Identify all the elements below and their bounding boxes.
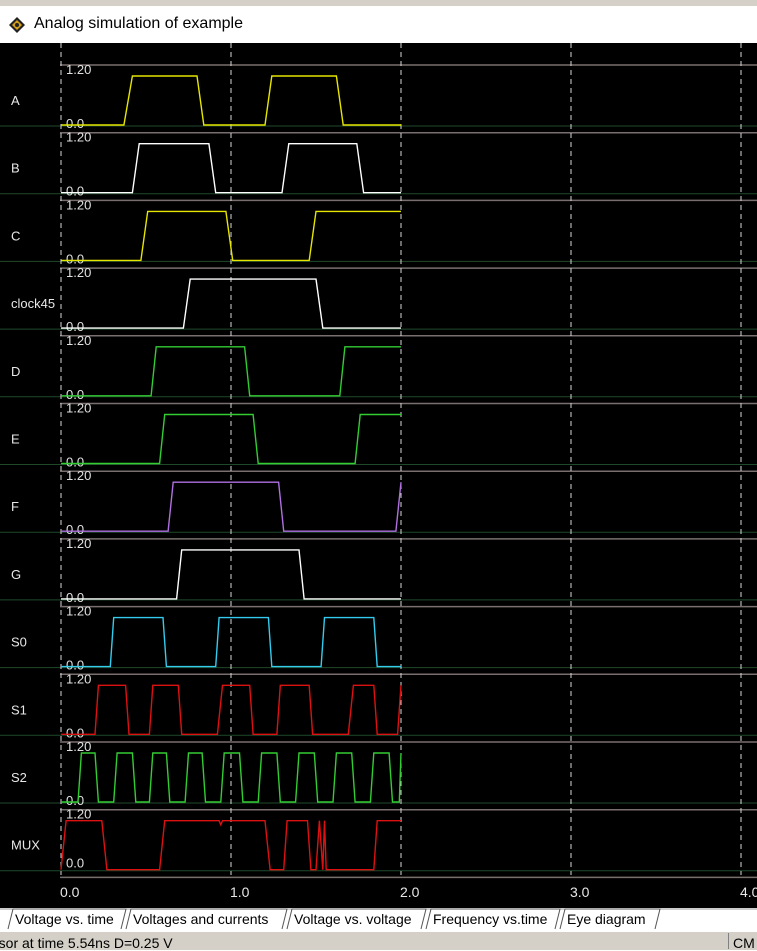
signal-name: B xyxy=(11,161,20,176)
x-tick-label: 4.0 xyxy=(740,884,757,900)
tab-voltage-vs-time[interactable]: Voltage vs. time xyxy=(7,908,127,930)
tab-frequency-vs-time[interactable]: Frequency vs.time xyxy=(425,908,561,930)
title-bar: Analog simulation of example xyxy=(0,6,757,43)
signal-name: clock45 xyxy=(11,296,55,311)
x-tick-label: 1.0 xyxy=(230,884,250,900)
tab-voltages-and-currents[interactable]: Voltages and currents xyxy=(125,908,288,930)
status-bar: rsor at time 5.54ns D=0.25 V CM xyxy=(0,932,757,951)
window-title: Analog simulation of example xyxy=(34,15,244,32)
y-max-label: 1.20 xyxy=(66,197,91,212)
y-min-label: 0.0 xyxy=(66,856,84,871)
signal-name: F xyxy=(11,499,19,514)
signal-name: D xyxy=(11,364,20,379)
status-panel: CM xyxy=(728,933,757,951)
view-tabs: Voltage vs. time Voltages and currents Vol… xyxy=(0,908,757,932)
signal-name: G xyxy=(11,567,21,582)
y-max-label: 1.20 xyxy=(66,130,91,145)
tab-label: Eye diagram xyxy=(567,911,646,927)
tab-label: Voltage vs. time xyxy=(15,911,114,927)
signal-name: S0 xyxy=(11,635,27,650)
signal-name: MUX xyxy=(11,838,40,853)
y-max-label: 1.20 xyxy=(66,604,91,619)
y-max-label: 1.20 xyxy=(66,62,91,77)
signal-name: A xyxy=(11,93,20,108)
x-tick-label: 3.0 xyxy=(570,884,590,900)
tab-label: Frequency vs.time xyxy=(433,911,548,927)
signal-name: S2 xyxy=(11,770,27,785)
y-max-label: 1.20 xyxy=(66,536,91,551)
y-max-label: 1.20 xyxy=(66,401,91,416)
y-max-label: 1.20 xyxy=(66,739,91,754)
y-max-label: 1.20 xyxy=(66,468,91,483)
tab-eye-diagram[interactable]: Eye diagram xyxy=(559,908,661,930)
y-max-label: 1.20 xyxy=(66,671,91,686)
waveform-plot[interactable]: 1.20 0.0 A 1.20 0.0 B 1.20 0.0 C 1.20 0.0 clock45 1.… xyxy=(0,43,757,908)
tab-voltage-vs-voltage[interactable]: Voltage vs. voltage xyxy=(286,908,427,930)
signal-name: S1 xyxy=(11,702,27,717)
status-right-text: CM xyxy=(733,935,755,951)
signal-name: C xyxy=(11,228,20,243)
y-max-label: 1.20 xyxy=(66,807,91,822)
tab-label: Voltages and currents xyxy=(133,911,268,927)
x-tick-label: 2.0 xyxy=(400,884,420,900)
y-max-label: 1.20 xyxy=(66,265,91,280)
tab-label: Voltage vs. voltage xyxy=(294,911,412,927)
x-tick-label: 0.0 xyxy=(60,884,80,900)
signal-name: E xyxy=(11,432,20,447)
app-icon xyxy=(9,17,25,33)
y-max-label: 1.20 xyxy=(66,333,91,348)
status-text: rsor at time 5.54ns D=0.25 V xyxy=(0,935,173,951)
